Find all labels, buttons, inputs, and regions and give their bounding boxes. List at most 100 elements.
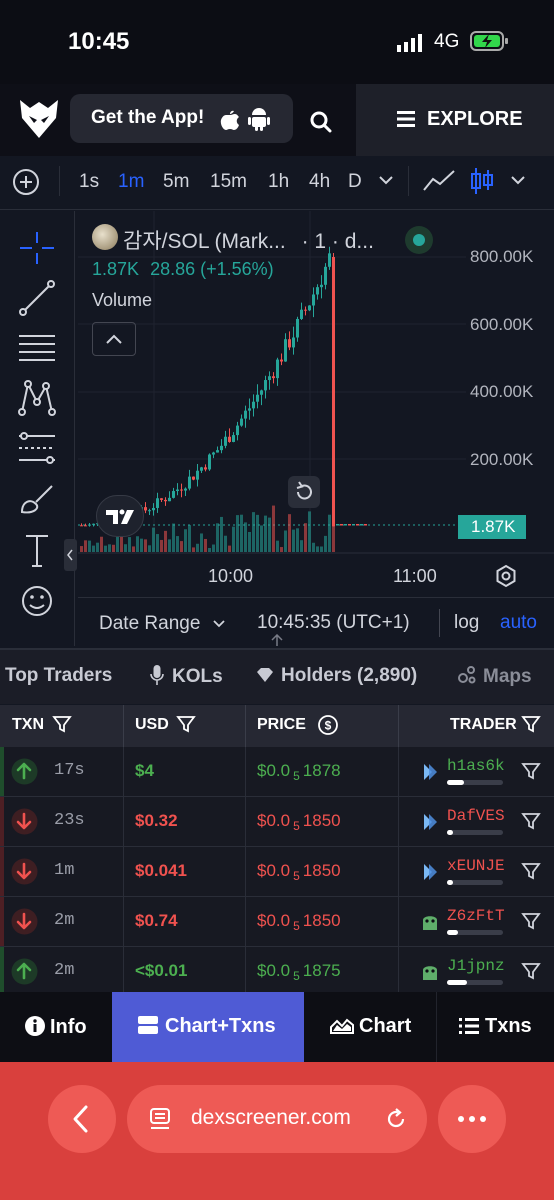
filter-icon[interactable] [521,912,541,930]
reset-chart-button[interactable] [288,476,320,508]
txn-price: $0.0 5 1850 [257,911,341,933]
volume-bar [224,535,227,552]
date-range-button[interactable]: Date Range [99,613,226,635]
area-chart-icon [330,1018,354,1034]
interval-d[interactable]: D [348,171,362,193]
volume-bar [212,544,215,552]
tab-top-traders[interactable]: Top Traders [5,665,112,687]
trader-address[interactable]: h1as6k [447,757,505,775]
trader-address[interactable]: Z6zFtT [447,907,505,925]
tab-kols[interactable]: KOLs [150,665,223,688]
trader-address[interactable]: DafVES [447,807,505,825]
currency-toggle-icon[interactable]: $ [317,714,339,736]
explore-button[interactable]: EXPLORE [356,84,554,156]
search-icon[interactable] [310,111,332,133]
dexscreener-logo-icon[interactable] [18,96,60,140]
price-chart[interactable]: 감자/SOL (Mark... · 1 · d... 1.87K 28.86 (… [78,211,554,596]
chart-settings-icon[interactable] [493,563,519,589]
volume-legend-label: Volume [92,290,153,310]
crosshair-icon[interactable] [14,228,60,268]
interval-5m[interactable]: 5m [163,171,189,193]
nav-chart[interactable]: Chart [304,992,437,1062]
candle-body [316,287,319,295]
interval-1m[interactable]: 1m [118,171,144,193]
candles-icon[interactable] [469,166,495,196]
table-row[interactable]: 2m $0.74 $0.0 5 1850 Z6zFtT [0,897,554,947]
volume-bar [204,538,207,552]
txn-age: 1m [54,861,75,880]
filter-icon[interactable] [521,962,541,980]
table-row[interactable]: 23s $0.32 $0.0 5 1850 DafVES [0,797,554,847]
interval-1s[interactable]: 1s [79,171,99,193]
tab-holders[interactable]: Holders (2,890) [255,665,417,687]
volume-bar [228,545,231,552]
filter-icon[interactable] [521,862,541,880]
log-scale-toggle[interactable]: log [454,612,479,634]
tab-maps[interactable]: Maps [457,665,532,688]
back-button[interactable] [48,1085,116,1153]
interval-15m[interactable]: 15m [210,171,247,193]
collapse-toolbar-handle[interactable] [64,539,77,571]
candle-body [232,435,235,442]
trading-bot-icon [424,864,437,880]
more-button[interactable] [438,1085,506,1153]
chevron-down-icon[interactable] [378,175,394,185]
filter-icon[interactable] [52,715,72,733]
get-app-button[interactable]: Get the App! [70,94,293,143]
filter-icon[interactable] [176,715,196,733]
tab-maps-label: Maps [483,666,532,687]
volume-bar [168,539,171,552]
volume-bar [304,523,307,552]
volume-bar [328,514,331,552]
txn-usd: $0.32 [135,811,178,830]
tradingview-logo[interactable] [96,495,144,537]
brush-icon[interactable] [14,478,60,518]
forecast-icon[interactable] [14,428,60,468]
table-row[interactable]: 1m $0.041 $0.0 5 1850 xEUNJE [0,847,554,897]
add-indicator-icon[interactable] [12,168,40,196]
interval-4h[interactable]: 4h [309,171,330,193]
token-avatar [92,224,118,250]
wallet-badge-icon [423,916,437,930]
line-chart-icon[interactable] [422,168,456,194]
trend-line-icon[interactable] [14,278,60,318]
filter-icon[interactable] [521,715,541,733]
pattern-icon[interactable] [14,378,60,418]
trader-balance-bar [447,980,503,985]
collapse-legend-button[interactable] [92,322,136,356]
market-status-indicator[interactable] [405,226,433,254]
volume-bar [252,512,255,552]
chart-bottom-bar: Date Range 10:45:35 (UTC+1) log auto [78,597,554,647]
sell-arrow-icon [11,908,38,935]
candle-body [196,470,199,480]
emoji-icon[interactable] [14,581,60,621]
fib-lines-icon[interactable] [14,328,60,368]
interval-1h[interactable]: 1h [268,171,289,193]
volume-bar [188,525,191,552]
menu-icon [397,111,415,127]
filter-icon[interactable] [521,812,541,830]
nav-txns[interactable]: Txns [437,992,554,1062]
candle-body [348,524,351,526]
nav-info[interactable]: Info [0,992,112,1062]
nav-chart-txns[interactable]: Chart+Txns [112,992,304,1062]
volume-bar [104,545,107,552]
sell-arrow-icon [11,858,38,885]
address-bar[interactable]: dexscreener.com [127,1085,427,1153]
table-row[interactable]: 17s $4 $0.0 5 1878 h1as6k [0,747,554,797]
trader-address[interactable]: J1jpnz [447,957,505,975]
auto-scale-toggle[interactable]: auto [500,612,537,634]
chevron-down-icon[interactable] [510,175,526,185]
volume-bar [192,547,195,552]
table-row[interactable]: 2m <$0.01 $0.0 5 1875 J1jpnz [0,947,554,997]
nav-chart-txns-label: Chart+Txns [165,1015,276,1037]
candle-body [356,524,359,526]
x-axis-tick: 10:00 [208,566,254,586]
candle-body [80,525,83,527]
trader-address[interactable]: xEUNJE [447,857,505,875]
text-tool-icon[interactable] [14,530,60,570]
filter-icon[interactable] [521,762,541,780]
reload-icon[interactable] [384,1107,408,1131]
volume-bar [108,544,111,552]
tab-kols-label: KOLs [172,666,223,687]
